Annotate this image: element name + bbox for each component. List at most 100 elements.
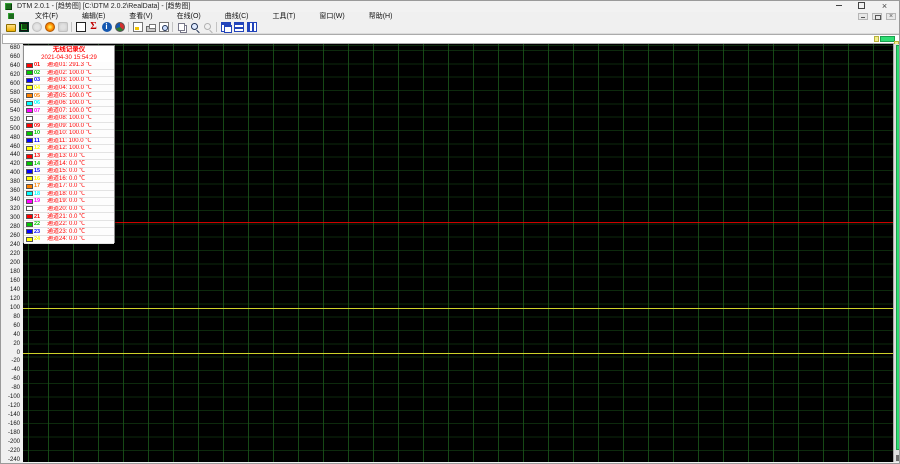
channel-number: 08 [34, 115, 46, 121]
record-button[interactable] [43, 21, 56, 33]
legend-channel-row[interactable]: 16通道16: 0.0 ℃ [24, 175, 114, 183]
copy-icon [178, 23, 185, 31]
y-axis-tick-label: 520 [1, 117, 20, 123]
legend-channel-row[interactable]: 20通道20: 0.0 ℃ [24, 206, 114, 214]
y-axis-tick-label: 180 [1, 269, 20, 275]
print-preview-button[interactable] [157, 21, 170, 33]
close-icon[interactable] [876, 1, 893, 12]
channel-value-text: 通道04: 100.0 ℃ [47, 85, 92, 91]
horizontal-scrollbar[interactable] [2, 34, 900, 44]
record-icon [45, 22, 55, 32]
channel-number: 09 [34, 123, 46, 129]
y-axis-tick-label: 600 [1, 81, 20, 87]
legend-channel-row[interactable]: 06通道06: 100.0 ℃ [24, 100, 114, 108]
legend-channel-row[interactable]: 10通道10: 100.0 ℃ [24, 130, 114, 138]
printer-icon [146, 26, 156, 32]
legend-channel-row[interactable]: 07通道07: 100.0 ℃ [24, 107, 114, 115]
selection-box-icon [76, 22, 86, 32]
legend-channel-row[interactable]: 04通道04: 100.0 ℃ [24, 85, 114, 93]
child-restore-icon[interactable] [872, 13, 882, 20]
menu-item-curve[interactable]: 曲线(C) [213, 12, 261, 21]
legend-channel-row[interactable]: 18通道18: 0.0 ℃ [24, 191, 114, 199]
channel-number: 19 [34, 198, 46, 204]
channel-color-swatch [26, 237, 33, 242]
child-close-icon[interactable] [886, 13, 896, 20]
y-axis-tick-label: -180 [1, 430, 20, 436]
channel-color-swatch [26, 184, 33, 189]
zoom-in-button[interactable] [188, 21, 201, 33]
legend-panel[interactable]: 无线记录仪 2021-04-30 15:54:29 01通道01: 291.3 … [23, 45, 115, 243]
select-region-button[interactable] [74, 21, 87, 33]
legend-channel-row[interactable]: 12通道12: 100.0 ℃ [24, 145, 114, 153]
menu-item-edit[interactable]: 编辑(E) [70, 12, 117, 21]
tile-vertical-button[interactable] [245, 21, 258, 33]
legend-channel-row[interactable]: 17通道17: 0.0 ℃ [24, 183, 114, 191]
vertical-scroll-thumb[interactable] [896, 45, 900, 450]
channel-number: 02 [34, 70, 46, 76]
y-axis-tick-label: 100 [1, 305, 20, 311]
y-axis-tick-label: 20 [1, 341, 20, 347]
print-button[interactable] [144, 21, 157, 33]
channel-number: 06 [34, 100, 46, 106]
scrollbar-grip[interactable] [896, 455, 900, 461]
legend-channel-row[interactable]: 03通道03: 100.0 ℃ [24, 77, 114, 85]
legend-channel-row[interactable]: 21通道21: 0.0 ℃ [24, 213, 114, 221]
legend-channel-row[interactable]: 08通道08: 100.0 ℃ [24, 115, 114, 123]
y-axis-tick-label: 240 [1, 242, 20, 248]
toolbar-separator [216, 22, 217, 32]
y-axis-tick-label: 620 [1, 72, 20, 78]
legend-channel-row[interactable]: 01通道01: 291.3 ℃ [24, 62, 114, 70]
channel-number: 22 [34, 221, 46, 227]
vertical-scrollbar[interactable] [893, 44, 900, 462]
channel-number: 18 [34, 191, 46, 197]
menu-item-online[interactable]: 在线(O) [165, 12, 213, 21]
print-preview-icon [159, 22, 169, 32]
menu-item-window[interactable]: 窗口(W) [307, 12, 356, 21]
statistics-button[interactable]: Σ [87, 21, 100, 33]
toolbar-separator [71, 22, 72, 32]
menu-items: 文件(F)编辑(E)查看(V)在线(O)曲线(C)工具(T)窗口(W)帮助(H) [23, 12, 404, 21]
legend-channel-row[interactable]: 13通道13: 0.0 ℃ [24, 153, 114, 161]
y-axis-tick-label: 60 [1, 323, 20, 329]
child-minimize-icon[interactable] [858, 13, 868, 20]
legend-channel-row[interactable]: 19通道19: 0.0 ℃ [24, 198, 114, 206]
child-window-icon[interactable] [8, 13, 14, 19]
legend-channel-row[interactable]: 22通道22: 0.0 ℃ [24, 221, 114, 229]
mdi-window-controls [858, 13, 896, 20]
open-file-button[interactable] [4, 21, 17, 33]
tile-horizontal-button[interactable] [232, 21, 245, 33]
y-axis-tick-label: 120 [1, 296, 20, 302]
y-axis-tick-label: -200 [1, 439, 20, 445]
copy-button[interactable] [175, 21, 188, 33]
tile-vertical-icon [247, 22, 257, 32]
legend-channel-row[interactable]: 24通道24: 0.0 ℃ [24, 236, 114, 244]
legend-channel-row[interactable]: 11通道11: 100.0 ℃ [24, 138, 114, 146]
menu-item-help[interactable]: 帮助(H) [357, 12, 405, 21]
legend-channel-row[interactable]: 14通道14: 0.0 ℃ [24, 160, 114, 168]
y-axis-tick-label: 80 [1, 314, 20, 320]
legend-channel-row[interactable]: 15通道15: 0.0 ℃ [24, 168, 114, 176]
legend-channel-row[interactable]: 09通道09: 100.0 ℃ [24, 123, 114, 131]
export-icon [133, 22, 143, 32]
chart-plot-area[interactable] [23, 44, 893, 462]
menu-item-file[interactable]: 文件(F) [23, 12, 70, 21]
y-axis-tick-label: 320 [1, 206, 20, 212]
scroll-left-button[interactable] [874, 36, 879, 42]
legend-channel-row[interactable]: 23通道23: 0.0 ℃ [24, 228, 114, 236]
channel-color-swatch [26, 146, 33, 151]
pie-chart-button[interactable] [113, 21, 126, 33]
menu-item-tools[interactable]: 工具(T) [260, 12, 307, 21]
legend-channel-row[interactable]: 02通道02: 100.0 ℃ [24, 70, 114, 78]
export-button[interactable] [131, 21, 144, 33]
info-button[interactable]: i [100, 21, 113, 33]
folder-open-icon [6, 24, 16, 32]
horizontal-scroll-thumb[interactable] [880, 36, 895, 42]
cascade-windows-button[interactable] [219, 21, 232, 33]
restore-icon[interactable] [853, 1, 870, 12]
stop-icon [32, 22, 42, 32]
menu-item-view[interactable]: 查看(V) [117, 12, 164, 21]
legend-channel-row[interactable]: 05通道05: 100.0 ℃ [24, 92, 114, 100]
channel-number: 03 [34, 77, 46, 83]
realtime-chart-button[interactable] [17, 21, 30, 33]
minimize-icon[interactable] [830, 1, 847, 12]
